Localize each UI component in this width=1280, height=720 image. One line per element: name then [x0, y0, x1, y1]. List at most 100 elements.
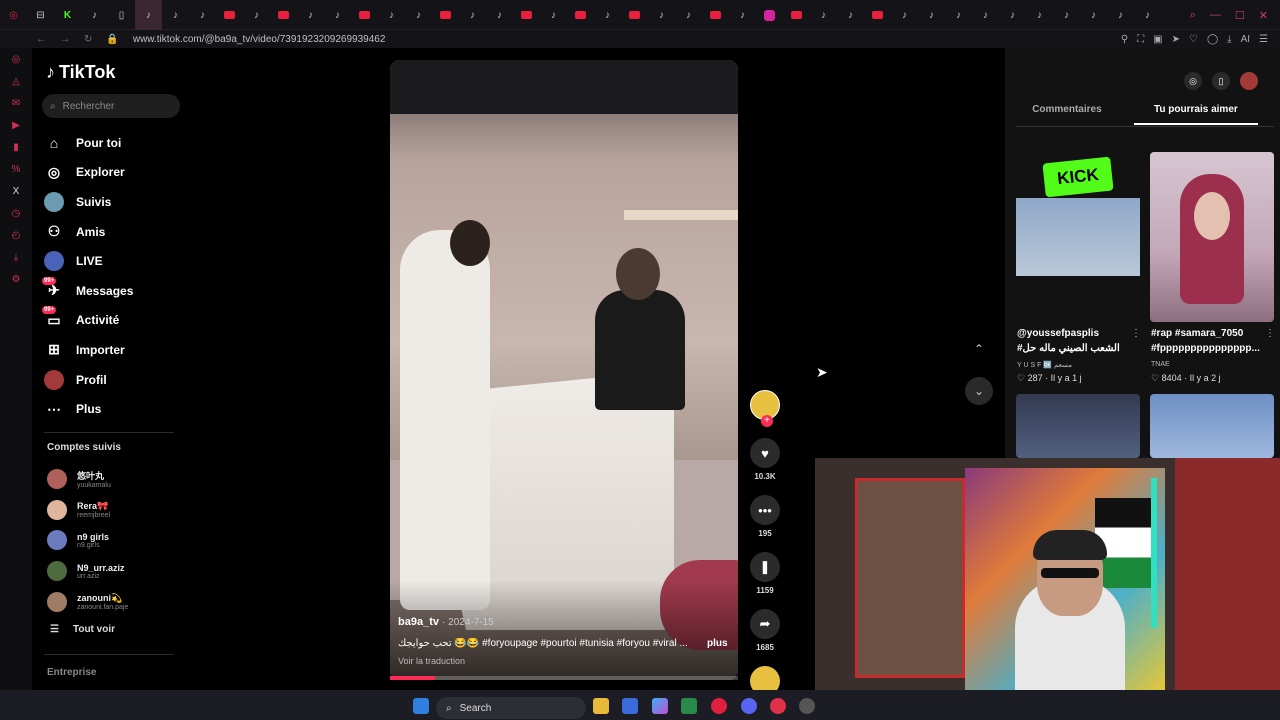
minimize-icon[interactable]: — [1210, 9, 1221, 21]
nav-item-plus[interactable]: ⋯ Plus [44, 394, 184, 424]
video-player[interactable] [390, 60, 738, 680]
tiktok-icon[interactable] [351, 0, 378, 30]
follow-plus-icon[interactable]: + [761, 415, 773, 427]
ai-label[interactable]: AI [1241, 34, 1250, 45]
tiktok-icon[interactable] [756, 0, 783, 30]
tiktok-icon[interactable]: ♪ [945, 0, 972, 30]
bookmark-icon[interactable]: ❚ [750, 552, 780, 582]
see-all-button[interactable]: ☰ Tout voir [50, 624, 115, 635]
video-progress-bar[interactable] [390, 676, 738, 680]
followed-account[interactable]: Rera🎀 reemjbreel [47, 495, 187, 526]
translate-link[interactable]: Voir la traduction [398, 656, 465, 666]
tiktok-icon[interactable]: ♪ [324, 0, 351, 30]
followed-account[interactable]: zanouni💫 zanouni.fan.paje [47, 586, 187, 617]
tiktok-icon[interactable] [216, 0, 243, 30]
tiktok-icon[interactable]: ♪ [459, 0, 486, 30]
tiktok-icon[interactable]: ♪ [1026, 0, 1053, 30]
file-explorer-icon[interactable] [593, 698, 609, 714]
nav-item-activite[interactable]: ▭ 99+ Activité [42, 306, 184, 336]
tiktok-icon[interactable]: ♪ [162, 0, 189, 30]
tiktok-icon[interactable] [567, 0, 594, 30]
tiktok-logo[interactable]: ♪ TikTok [46, 62, 115, 83]
tiktok-icon[interactable]: ♪ [189, 0, 216, 30]
chevron-down-icon[interactable]: ⌄ [965, 377, 993, 405]
avatar[interactable] [1240, 72, 1258, 90]
recommended-video-thumbnail[interactable]: KICK [1016, 152, 1140, 322]
forward-icon[interactable]: → [60, 34, 70, 45]
recommended-video-thumbnail[interactable] [1150, 394, 1274, 458]
creator-avatar[interactable]: + [750, 390, 780, 427]
tab-tu-pourrais-aimer[interactable]: Tu pourrais aimer [1134, 104, 1258, 125]
tiktok-icon[interactable]: ♪ [918, 0, 945, 30]
nav-item-messages[interactable]: ✈ 99+ Messages [42, 276, 184, 306]
nav-item-explorer[interactable]: ◎ Explorer [44, 158, 184, 188]
opera-icon[interactable]: ◎ [12, 54, 21, 66]
followed-account[interactable]: n9 girls n9.girls [47, 525, 187, 556]
recommended-video-thumbnail[interactable] [1016, 394, 1140, 458]
maximize-icon[interactable]: ☐ [1235, 9, 1245, 22]
taskbar-search[interactable]: ⌕ Search [436, 697, 586, 719]
reddit-icon[interactable]: ⊟ [27, 0, 54, 30]
opera-icon[interactable]: ◎ [0, 0, 27, 30]
card-user[interactable]: @youssefpasplis [1017, 328, 1137, 339]
tiktok-icon[interactable]: ♪ [378, 0, 405, 30]
pin-icon[interactable]: ⚲ [1121, 34, 1128, 45]
tiktok-icon[interactable]: ♪ [540, 0, 567, 30]
tiktok-icon[interactable]: ♪ [648, 0, 675, 30]
coin-icon[interactable]: ◎ [1184, 72, 1202, 90]
device-icon[interactable]: ▯ [1212, 72, 1230, 90]
followed-account[interactable]: 悠叶丸 yuukamalu [47, 464, 187, 495]
aria-icon[interactable]: ◬ [12, 76, 20, 88]
tiktok-icon[interactable]: ♪ [243, 0, 270, 30]
app-icon[interactable] [770, 698, 786, 714]
tiktok-icon[interactable]: ♪ [405, 0, 432, 30]
tiktok-icon[interactable]: ♪ [1134, 0, 1161, 30]
nav-item-amis[interactable]: ⚇ Amis [44, 217, 184, 247]
nav-item-live[interactable]: LIVE [44, 246, 184, 276]
nav-item-profil[interactable]: Profil [44, 365, 184, 395]
discord-icon[interactable] [741, 698, 757, 714]
share-icon[interactable]: ➦ [750, 609, 780, 639]
copilot-icon[interactable] [652, 698, 668, 714]
store-icon[interactable] [622, 698, 638, 714]
tiktok-icon[interactable]: ♪ [810, 0, 837, 30]
opera-gx-icon[interactable] [711, 698, 727, 714]
url-field[interactable]: www.tiktok.com/@ba9a_tv/video/7391923209… [133, 34, 386, 45]
close-icon[interactable]: ✕ [1259, 9, 1268, 22]
tiktok-icon[interactable]: ♪ [999, 0, 1026, 30]
tiktok-icon[interactable]: ♪ [297, 0, 324, 30]
chevron-up-icon[interactable]: ⌃ [965, 335, 993, 363]
tiktok-active-icon[interactable]: ♪ [135, 0, 162, 30]
twitch-icon[interactable]: ▮ [13, 142, 19, 154]
tiktok-icon[interactable]: ♪ [81, 0, 108, 30]
caption-more-button[interactable]: plus [707, 638, 728, 649]
settings-icon[interactable]: ⚙ [12, 274, 21, 286]
tiktok-icon[interactable]: ♪ [1107, 0, 1134, 30]
card-user[interactable]: #rap #samara_7050 [1151, 328, 1271, 339]
spreadsheet-icon[interactable] [681, 698, 697, 714]
card-more-icon[interactable]: ⋮ [1131, 328, 1141, 339]
tiktok-icon[interactable] [783, 0, 810, 30]
tiktok-icon[interactable] [702, 0, 729, 30]
account-icon[interactable]: ◯ [1207, 34, 1218, 45]
heart-icon[interactable]: ♥ [750, 438, 780, 468]
page-icon[interactable]: ▯ [108, 0, 135, 30]
tiktok-icon[interactable] [432, 0, 459, 30]
card-more-icon[interactable]: ⋮ [1265, 328, 1275, 339]
tiktok-icon[interactable]: ♪ [972, 0, 999, 30]
x-icon[interactable]: X [13, 186, 20, 198]
tiktok-icon[interactable]: ♪ [837, 0, 864, 30]
back-icon[interactable]: ← [36, 34, 46, 45]
kick-icon[interactable]: K [54, 0, 81, 30]
reload-icon[interactable]: ↻ [84, 34, 92, 45]
download-icon[interactable]: ⤓ [1227, 34, 1231, 45]
comment-icon[interactable]: ••• [750, 495, 780, 525]
tiktok-icon[interactable]: ♪ [486, 0, 513, 30]
nav-item-pour-toi[interactable]: ⌂ Pour toi [44, 128, 184, 158]
heart-icon[interactable]: ♡ [1189, 34, 1198, 45]
clock-icon[interactable]: ◴ [12, 230, 21, 242]
history-icon[interactable]: ◷ [12, 208, 21, 220]
nav-item-suivis[interactable]: Suivis [44, 187, 184, 217]
menu-icon[interactable]: ☰ [1259, 34, 1268, 45]
tiktok-icon[interactable]: ♪ [1053, 0, 1080, 30]
